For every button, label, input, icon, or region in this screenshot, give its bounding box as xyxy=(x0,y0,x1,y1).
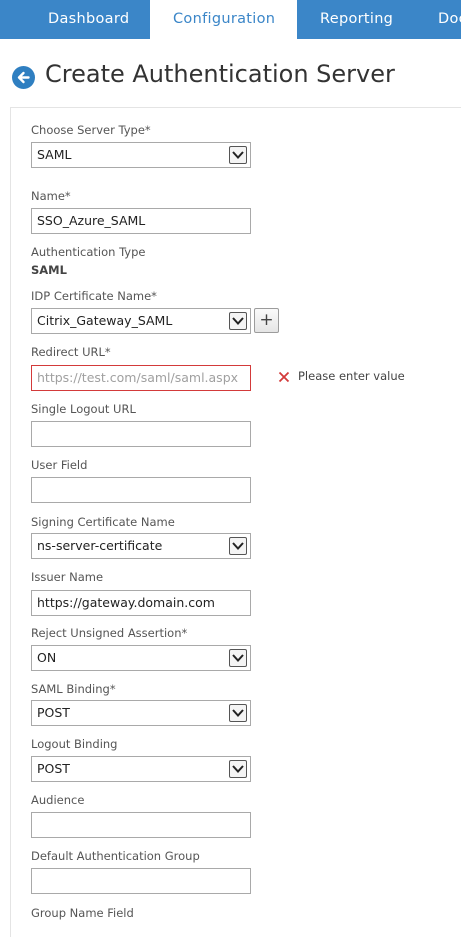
default-auth-group-label: Default Authentication Group xyxy=(31,849,200,863)
close-icon xyxy=(278,371,290,383)
saml-binding-value: POST xyxy=(37,705,70,720)
idp-cert-label: IDP Certificate Name* xyxy=(31,289,157,303)
logout-binding-label: Logout Binding xyxy=(31,737,118,751)
single-logout-url-label: Single Logout URL xyxy=(31,402,136,416)
logout-binding-select[interactable]: POST xyxy=(31,756,251,782)
chevron-down-icon xyxy=(229,704,247,722)
chevron-down-icon xyxy=(229,537,247,555)
name-label: Name* xyxy=(31,189,71,203)
issuer-name-input[interactable]: https://gateway.domain.com xyxy=(31,590,251,616)
top-nav-bar: Dashboard Configuration Reporting Doc xyxy=(0,0,461,39)
audience-label: Audience xyxy=(31,793,85,807)
reject-unsigned-label: Reject Unsigned Assertion* xyxy=(31,626,188,640)
logout-binding-value: POST xyxy=(37,761,70,776)
default-auth-group-input[interactable] xyxy=(31,868,251,894)
signing-cert-value: ns-server-certificate xyxy=(37,538,163,553)
signing-cert-label: Signing Certificate Name xyxy=(31,515,175,529)
saml-binding-select[interactable]: POST xyxy=(31,700,251,726)
tab-configuration[interactable]: Configuration xyxy=(150,0,297,39)
signing-cert-select[interactable]: ns-server-certificate xyxy=(31,533,251,559)
group-name-field-label: Group Name Field xyxy=(31,906,134,920)
chevron-down-icon xyxy=(229,649,247,667)
single-logout-url-input[interactable] xyxy=(31,421,251,447)
auth-type-label: Authentication Type xyxy=(31,245,146,259)
server-type-label: Choose Server Type* xyxy=(31,123,151,137)
back-button[interactable] xyxy=(12,66,35,89)
server-type-value: SAML xyxy=(37,147,72,162)
chevron-down-icon xyxy=(229,312,247,330)
idp-cert-select[interactable]: Citrix_Gateway_SAML xyxy=(31,308,251,334)
server-type-select[interactable]: SAML xyxy=(31,142,251,168)
idp-cert-value: Citrix_Gateway_SAML xyxy=(37,313,173,328)
saml-binding-label: SAML Binding* xyxy=(31,682,116,696)
name-input[interactable]: SSO_Azure_SAML xyxy=(31,208,251,234)
redirect-url-input[interactable]: https://test.com/saml/saml.aspx xyxy=(31,365,251,391)
tab-reporting[interactable]: Reporting xyxy=(320,0,393,39)
user-field-input[interactable] xyxy=(31,477,251,503)
page-title: Create Authentication Server xyxy=(45,60,395,88)
audience-input[interactable] xyxy=(31,812,251,838)
user-field-label: User Field xyxy=(31,458,88,472)
auth-type-value: SAML xyxy=(31,263,67,277)
tab-dashboard[interactable]: Dashboard xyxy=(48,0,129,39)
add-idp-cert-button[interactable]: + xyxy=(254,308,279,333)
redirect-url-label: Redirect URL* xyxy=(31,345,111,359)
chevron-down-icon xyxy=(229,146,247,164)
arrow-left-icon xyxy=(17,71,30,84)
issuer-name-label: Issuer Name xyxy=(31,570,104,584)
tab-documentation[interactable]: Doc xyxy=(438,0,461,39)
chevron-down-icon xyxy=(229,760,247,778)
redirect-url-error: Please enter value xyxy=(298,369,405,383)
page-header: Create Authentication Server xyxy=(0,58,461,98)
reject-unsigned-value: ON xyxy=(37,650,57,665)
reject-unsigned-select[interactable]: ON xyxy=(31,645,251,671)
